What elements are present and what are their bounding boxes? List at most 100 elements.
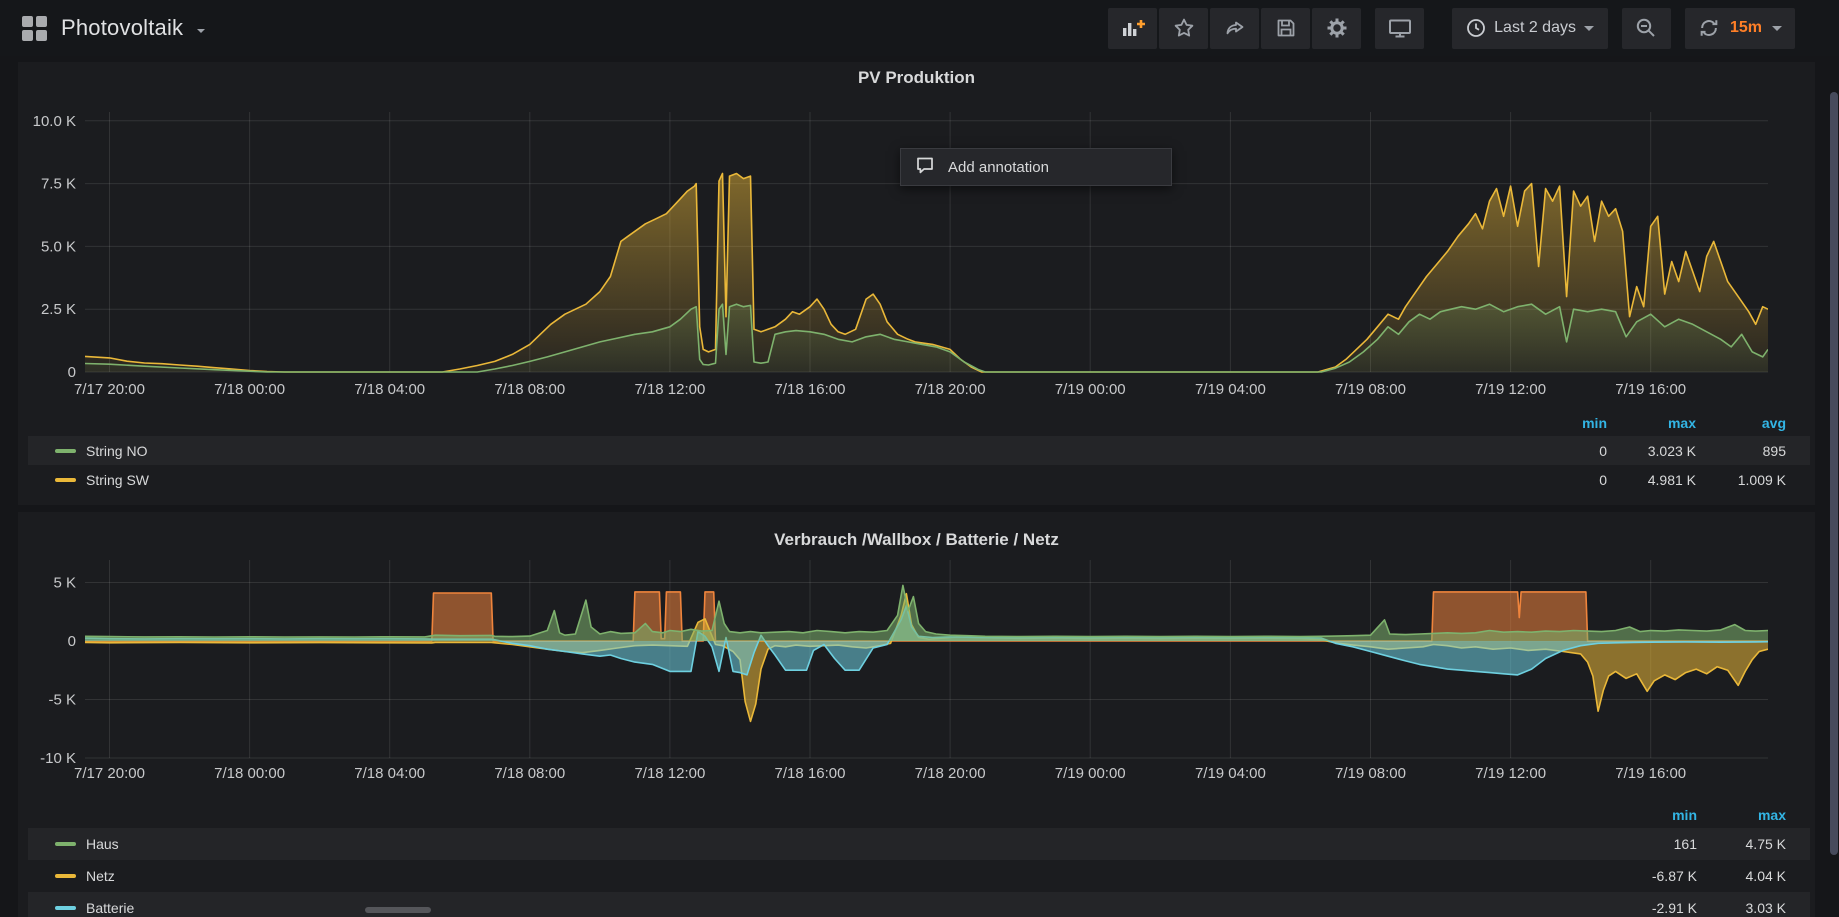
series-label-string-no[interactable]: String NO xyxy=(86,443,147,459)
add-annotation-menu-item[interactable]: Add annotation xyxy=(900,148,1172,186)
svg-text:7/18 04:00: 7/18 04:00 xyxy=(354,381,425,398)
series-swatch-netz xyxy=(55,874,76,878)
stat-max-batterie: 3.03 K xyxy=(1697,900,1786,916)
svg-text:-5 K: -5 K xyxy=(48,692,76,709)
stat-max-string-no: 3.023 K xyxy=(1607,443,1696,459)
stat-min-netz: -6.87 K xyxy=(1608,868,1697,884)
dashboard-title-caret-icon[interactable] xyxy=(197,29,205,33)
pv-produktion-legend: min max avg String NO 0 3.023 K 895 Stri… xyxy=(28,410,1810,494)
svg-text:7/19 00:00: 7/19 00:00 xyxy=(1055,765,1126,782)
series-swatch-string-no xyxy=(55,449,76,453)
stat-min-haus: 161 xyxy=(1608,836,1697,852)
series-label-haus[interactable]: Haus xyxy=(86,836,119,852)
zoom-out-icon xyxy=(1634,16,1658,40)
svg-text:-10 K: -10 K xyxy=(40,750,76,767)
legend-row-haus[interactable]: Haus 161 4.75 K xyxy=(28,828,1810,860)
legend-row-batterie[interactable]: Batterie -2.91 K 3.03 K xyxy=(28,892,1810,917)
svg-text:7/19 08:00: 7/19 08:00 xyxy=(1335,381,1406,398)
top-navbar: Photovoltaik xyxy=(0,0,1839,56)
cycle-view-mode-button[interactable] xyxy=(1375,8,1424,49)
time-range-caret-icon xyxy=(1584,26,1594,31)
legend-row-string-sw[interactable]: String SW 0 4.981 K 1.009 K xyxy=(28,465,1810,494)
svg-text:7/19 00:00: 7/19 00:00 xyxy=(1055,381,1126,398)
refresh-caret-icon[interactable] xyxy=(1772,26,1782,31)
svg-text:7/18 08:00: 7/18 08:00 xyxy=(494,381,565,398)
series-swatch-batterie xyxy=(55,906,76,910)
comment-bubble-icon xyxy=(915,155,935,180)
refresh-interval-label[interactable]: 15m xyxy=(1730,19,1762,37)
svg-text:7/18 16:00: 7/18 16:00 xyxy=(775,381,846,398)
stat-avg-string-no: 895 xyxy=(1696,443,1786,459)
clock-icon xyxy=(1466,18,1486,38)
dashboards-grid-icon[interactable] xyxy=(22,16,47,41)
legend-header-max[interactable]: max xyxy=(1697,807,1786,823)
save-icon xyxy=(1274,16,1298,40)
legend-header-avg[interactable]: avg xyxy=(1696,415,1786,431)
star-dashboard-button[interactable] xyxy=(1159,8,1208,49)
svg-text:7/19 04:00: 7/19 04:00 xyxy=(1195,765,1266,782)
stat-min-string-sw: 0 xyxy=(1518,472,1607,488)
refresh-picker[interactable]: 15m xyxy=(1685,8,1795,49)
svg-text:7/18 20:00: 7/18 20:00 xyxy=(915,381,986,398)
zoom-out-time-button[interactable] xyxy=(1622,8,1671,49)
legend-header-row: min max avg xyxy=(28,410,1810,436)
add-panel-button[interactable] xyxy=(1108,8,1157,49)
time-range-label: Last 2 days xyxy=(1494,19,1576,37)
dashboard-title[interactable]: Photovoltaik xyxy=(61,15,183,41)
svg-text:7/18 08:00: 7/18 08:00 xyxy=(494,765,565,782)
svg-text:7/18 00:00: 7/18 00:00 xyxy=(214,381,285,398)
vertical-scrollbar[interactable] xyxy=(1830,92,1838,855)
svg-text:7/17 20:00: 7/17 20:00 xyxy=(74,381,145,398)
dashboard-settings-button[interactable] xyxy=(1312,8,1361,49)
series-label-netz[interactable]: Netz xyxy=(86,868,115,884)
verbrauch-legend: min max Haus 161 4.75 K Netz -6.87 K 4.0… xyxy=(28,802,1810,917)
svg-text:7/18 16:00: 7/18 16:00 xyxy=(775,765,846,782)
grafana-dashboard: Photovoltaik xyxy=(0,0,1839,917)
svg-text:7/18 00:00: 7/18 00:00 xyxy=(214,765,285,782)
star-icon xyxy=(1172,16,1196,40)
svg-text:5.0 K: 5.0 K xyxy=(41,238,76,255)
stat-max-netz: 4.04 K xyxy=(1697,868,1786,884)
time-range-picker[interactable]: Last 2 days xyxy=(1452,8,1608,49)
legend-header-row: min max xyxy=(28,802,1810,828)
svg-text:7/18 12:00: 7/18 12:00 xyxy=(634,765,705,782)
legend-header-min[interactable]: min xyxy=(1608,807,1697,823)
horizontal-scrollbar[interactable] xyxy=(365,907,431,913)
svg-text:7/19 12:00: 7/19 12:00 xyxy=(1475,765,1546,782)
svg-text:7/18 12:00: 7/18 12:00 xyxy=(634,381,705,398)
svg-text:0: 0 xyxy=(68,364,76,381)
add-annotation-label: Add annotation xyxy=(948,159,1049,176)
legend-row-netz[interactable]: Netz -6.87 K 4.04 K xyxy=(28,860,1810,892)
svg-text:7/18 04:00: 7/18 04:00 xyxy=(354,765,425,782)
stat-avg-string-sw: 1.009 K xyxy=(1696,472,1786,488)
stat-max-string-sw: 4.981 K xyxy=(1607,472,1696,488)
svg-text:7.5 K: 7.5 K xyxy=(41,176,76,193)
legend-header-max[interactable]: max xyxy=(1607,415,1696,431)
stat-min-batterie: -2.91 K xyxy=(1608,900,1697,916)
legend-header-min[interactable]: min xyxy=(1518,415,1607,431)
svg-text:7/19 04:00: 7/19 04:00 xyxy=(1195,381,1266,398)
svg-text:7/19 16:00: 7/19 16:00 xyxy=(1615,765,1686,782)
save-dashboard-button[interactable] xyxy=(1261,8,1310,49)
panel-title-pv-produktion[interactable]: PV Produktion xyxy=(18,68,1815,88)
svg-text:0: 0 xyxy=(68,633,76,650)
stat-min-string-no: 0 xyxy=(1518,443,1607,459)
share-icon xyxy=(1223,16,1247,40)
svg-text:2.5 K: 2.5 K xyxy=(41,301,76,318)
series-label-batterie[interactable]: Batterie xyxy=(86,900,134,916)
svg-text:10.0 K: 10.0 K xyxy=(33,113,76,130)
series-swatch-string-sw xyxy=(55,478,76,482)
series-swatch-haus xyxy=(55,842,76,846)
pv-produktion-chart[interactable]: 0 2.5 K 5.0 K 7.5 K 10.0 K 7/17 20:00 7/18 00:… xyxy=(20,95,1815,407)
share-dashboard-button[interactable] xyxy=(1210,8,1259,49)
add-panel-icon xyxy=(1120,16,1146,40)
stat-max-haus: 4.75 K xyxy=(1697,836,1786,852)
monitor-icon xyxy=(1387,16,1413,40)
verbrauch-chart[interactable]: -10 K-5 K05 K7/17 20:007/18 00:007/18 04… xyxy=(20,545,1815,795)
svg-text:7/18 20:00: 7/18 20:00 xyxy=(915,765,986,782)
svg-text:7/19 08:00: 7/19 08:00 xyxy=(1335,765,1406,782)
series-label-string-sw[interactable]: String SW xyxy=(86,472,149,488)
legend-row-string-no[interactable]: String NO 0 3.023 K 895 xyxy=(28,436,1810,465)
svg-text:7/19 12:00: 7/19 12:00 xyxy=(1475,381,1546,398)
refresh-icon xyxy=(1698,17,1720,39)
